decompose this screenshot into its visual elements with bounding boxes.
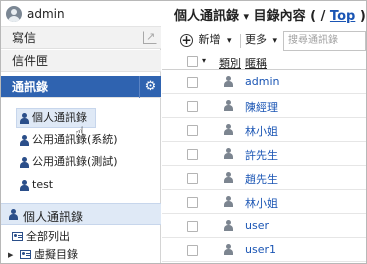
tree-item-virtual-dir[interactable]: ▶ 虛擬目錄 [1, 244, 161, 264]
chevron-down-icon: ▾ [272, 36, 278, 46]
contact-name[interactable]: 林小姐 [245, 195, 278, 211]
person-icon [9, 209, 18, 220]
toolbar-divider [240, 34, 241, 48]
person-icon [224, 148, 233, 159]
row-checkbox[interactable] [187, 101, 198, 112]
tree-item-label: 公用通訊錄(測試) [32, 155, 118, 168]
row-checkbox[interactable] [187, 245, 198, 256]
row-checkbox[interactable] [187, 173, 198, 184]
contact-name[interactable]: 許先生 [245, 147, 278, 163]
column-header-nickname[interactable]: 暱稱 [245, 55, 267, 71]
person-icon [20, 157, 29, 168]
title-book: 個人通訊錄 [174, 9, 240, 24]
tree-item-label: 虛擬目錄 [34, 248, 78, 261]
nav-item-label: 信件匣 [12, 54, 49, 68]
gear-icon[interactable]: ⚙ [139, 76, 161, 98]
toolbar: + 新增 ▾ 更多 ▾ 搜尋通訊錄 [162, 29, 366, 53]
section-header-personal[interactable]: 個人通訊錄 [1, 203, 161, 225]
row-checkbox[interactable] [187, 125, 198, 136]
new-button[interactable]: + 新增 ▾ [180, 31, 232, 51]
title-top-link[interactable]: Top [330, 9, 355, 24]
chevron-down-icon: ▾ [227, 36, 232, 46]
table-header: ▾ 類別 暱稱 [162, 54, 366, 70]
contact-name[interactable]: 陳經理 [245, 99, 278, 115]
person-icon [224, 172, 233, 183]
row-checkbox[interactable] [187, 149, 198, 160]
table-row[interactable]: 趙先生 [162, 167, 366, 190]
main-panel: 個人通訊錄 ▾ 目錄內容 ( / Top ) + 新增 ▾ 更多 ▾ 搜尋通訊錄… [162, 1, 366, 263]
contact-name[interactable]: user1 [245, 243, 276, 256]
nav-item-label: 寫信 [12, 31, 37, 45]
person-icon [20, 180, 29, 191]
external-link-icon[interactable] [143, 26, 157, 48]
person-icon [224, 124, 233, 135]
tree-item-test[interactable]: test [1, 174, 161, 196]
chevron-down-icon[interactable]: ▾ [202, 56, 206, 65]
tree-item-label: test [32, 178, 54, 191]
user-name: admin [27, 7, 65, 21]
title-contents: 目錄內容 [253, 9, 306, 24]
contact-name[interactable]: 林小姐 [245, 123, 278, 139]
title-open-paren: ( [310, 9, 317, 24]
select-all-checkbox[interactable] [187, 56, 198, 67]
nav-item-compose[interactable]: 寫信 [1, 26, 161, 49]
table-row[interactable]: 林小姐 [162, 119, 366, 142]
table-row[interactable]: user1 [162, 239, 366, 262]
new-button-label: 新增 [198, 33, 221, 46]
row-checkbox[interactable] [187, 197, 198, 208]
row-checkbox[interactable] [187, 221, 198, 232]
nav-item-contacts[interactable]: 通訊錄 ⚙ [1, 76, 161, 98]
contact-card-icon [12, 232, 23, 241]
more-button[interactable]: 更多 ▾ [245, 31, 277, 51]
title-close-paren: ) [359, 9, 366, 24]
contact-name[interactable]: user [245, 219, 269, 232]
person-icon [224, 100, 233, 111]
user-bar[interactable]: admin [1, 1, 161, 27]
row-checkbox[interactable] [187, 77, 198, 88]
more-button-label: 更多 [245, 33, 267, 46]
column-header-type[interactable]: 類別 [219, 55, 241, 71]
person-icon [20, 135, 29, 146]
search-input[interactable]: 搜尋通訊錄 [283, 31, 366, 51]
user-avatar-icon [6, 6, 22, 22]
title-slash-link[interactable]: / [321, 9, 326, 24]
table-row[interactable]: 林小姐 [162, 191, 366, 214]
contact-card-icon [20, 250, 31, 259]
person-icon [224, 244, 233, 255]
tree-item-public-test[interactable]: 公用通訊錄(測試) [1, 151, 161, 173]
table-row[interactable]: 陳經理 [162, 95, 366, 118]
nav-item-mailbox[interactable]: 信件匣 [1, 50, 161, 72]
section-header-label: 個人通訊錄 [23, 210, 84, 224]
table-row[interactable]: 許先生 [162, 143, 366, 166]
page-title: 個人通訊錄 ▾ 目錄內容 ( / Top ) [174, 5, 366, 24]
contact-name[interactable]: 趙先生 [245, 171, 278, 187]
sidebar: admin 寫信 信件匣 通訊錄 ⚙ 個人通訊錄 公用通訊錄(系統) 公用通訊錄… [1, 1, 161, 263]
plus-circle-icon: + [180, 32, 193, 47]
table-row[interactable]: admin [162, 71, 366, 94]
person-icon [224, 76, 233, 87]
expand-caret-icon[interactable]: ▶ [8, 244, 13, 264]
title-dropdown-icon[interactable]: ▾ [244, 10, 250, 23]
hand-cursor-icon: ☝ [75, 123, 85, 142]
person-icon [224, 220, 233, 231]
person-icon [20, 113, 29, 124]
nav-item-label: 通訊錄 [12, 80, 49, 94]
table-row[interactable]: user [162, 215, 366, 238]
contact-name[interactable]: admin [245, 75, 279, 88]
person-icon [224, 196, 233, 207]
